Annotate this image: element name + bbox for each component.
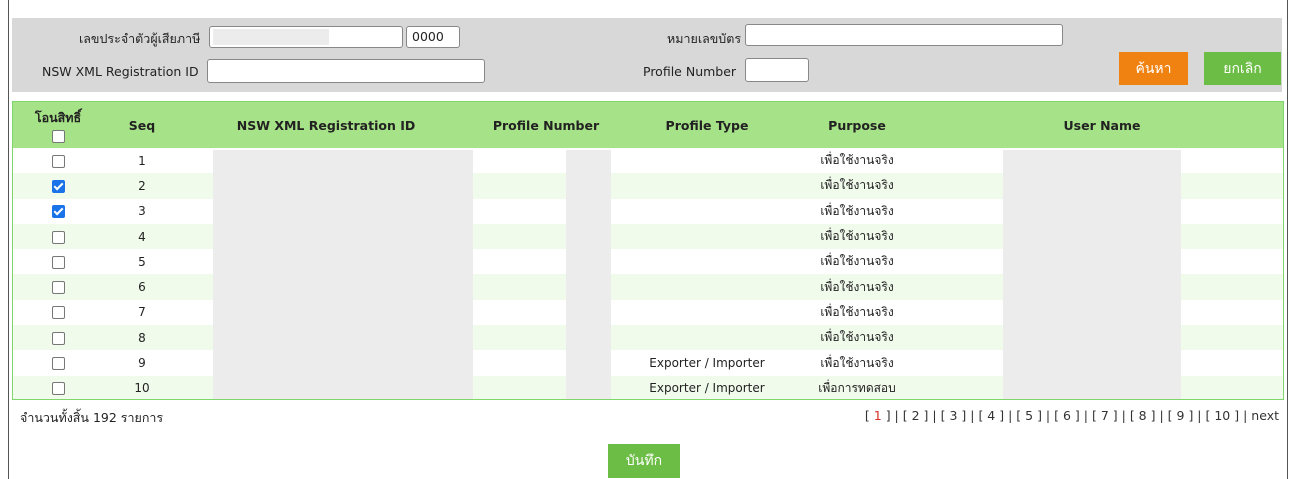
profile-type-cell: Exporter / Importer xyxy=(649,356,765,371)
purpose-cell: เพื่อใช้งานจริง xyxy=(820,330,894,345)
purpose-cell: เพื่อใช้งานจริง xyxy=(820,178,894,193)
seq-cell: 1 xyxy=(138,153,146,168)
seq-cell: 5 xyxy=(138,254,146,269)
row-checkbox[interactable] xyxy=(51,331,65,345)
header-nsw-id: NSW XML Registration ID xyxy=(236,117,416,133)
select-cell xyxy=(13,224,103,249)
profile-type-cell xyxy=(621,199,793,224)
page-link-3[interactable]: 3 xyxy=(949,408,957,423)
pagination: [ 1 ] | [ 2 ] | [ 3 ] | [ 4 ] | [ 5 ] | … xyxy=(864,408,1279,423)
purpose-cell: เพื่อใช้งานจริง xyxy=(820,355,894,370)
card-number-input[interactable] xyxy=(745,24,1063,46)
results-table: โอนสิทธิ์ Seq NSW XML Registration ID Pr… xyxy=(12,101,1284,400)
search-panel: เลขประจำตัวผู้เสียภาษี 0000 หมายเลขบัตร … xyxy=(12,18,1282,92)
row-checkbox[interactable] xyxy=(51,154,65,168)
page-link-1[interactable]: 1 xyxy=(874,408,882,423)
row-checkbox[interactable] xyxy=(51,205,65,219)
select-cell xyxy=(13,350,103,375)
purpose-cell: เพื่อใช้งานจริง xyxy=(820,304,894,319)
header-purpose: Purpose xyxy=(828,117,886,133)
user-name-redaction xyxy=(1003,150,1181,399)
purpose-cell: เพื่อการทดสอบ xyxy=(818,380,896,395)
total-count: จำนวนทั้งสิ้น 192 รายการ xyxy=(20,410,164,425)
select-cell xyxy=(13,376,103,399)
row-checkbox[interactable] xyxy=(51,306,65,320)
profile-type-cell xyxy=(621,300,793,325)
header-user-name: User Name xyxy=(1063,117,1141,133)
page-link-8[interactable]: 8 xyxy=(1139,408,1147,423)
taxid-redaction xyxy=(213,29,329,45)
seq-cell: 8 xyxy=(138,330,146,345)
profile-number-redaction xyxy=(566,150,611,399)
header-select-label: โอนสิทธิ์ xyxy=(34,109,82,125)
profile-type-cell xyxy=(621,148,793,173)
branch-input[interactable]: 0000 xyxy=(406,26,460,48)
row-checkbox[interactable] xyxy=(51,357,65,371)
nsw-id-input[interactable] xyxy=(207,59,485,83)
profile-number-label: Profile Number xyxy=(643,64,737,79)
seq-cell: 10 xyxy=(134,381,150,396)
select-cell xyxy=(13,148,103,173)
purpose-cell: เพื่อใช้งานจริง xyxy=(820,203,894,218)
profile-number-input[interactable] xyxy=(745,58,809,82)
save-button[interactable]: บันทึก xyxy=(608,444,680,478)
profile-type-cell xyxy=(621,224,793,249)
select-cell xyxy=(13,173,103,198)
page-link-6[interactable]: 6 xyxy=(1063,408,1071,423)
select-cell xyxy=(13,199,103,224)
header-profile-type: Profile Type xyxy=(665,117,749,133)
card-number-label: หมายเลขบัตร xyxy=(667,31,742,46)
profile-type-cell: Exporter / Importer xyxy=(649,381,765,396)
nsw-id-label: NSW XML Registration ID xyxy=(42,64,199,79)
nsw-id-redaction xyxy=(213,150,473,399)
seq-cell: 3 xyxy=(138,204,146,219)
page-link-2[interactable]: 2 xyxy=(912,408,920,423)
select-cell xyxy=(13,300,103,325)
header-select: โอนสิทธิ์ xyxy=(13,102,103,148)
page-link-5[interactable]: 5 xyxy=(1025,408,1033,423)
row-checkbox[interactable] xyxy=(51,382,65,396)
cancel-button[interactable]: ยกเลิก xyxy=(1204,52,1281,85)
purpose-cell: เพื่อใช้งานจริง xyxy=(820,153,894,168)
seq-cell: 9 xyxy=(138,356,146,371)
seq-cell: 2 xyxy=(138,178,146,193)
page-link-10[interactable]: 10 xyxy=(1214,408,1230,423)
profile-type-cell xyxy=(621,249,793,274)
profile-type-cell xyxy=(621,274,793,299)
purpose-cell: เพื่อใช้งานจริง xyxy=(820,279,894,294)
select-cell xyxy=(13,249,103,274)
purpose-cell: เพื่อใช้งานจริง xyxy=(820,254,894,269)
select-all-checkbox[interactable] xyxy=(51,129,65,143)
seq-cell: 7 xyxy=(138,305,146,320)
seq-cell: 4 xyxy=(138,229,146,244)
page-link-7[interactable]: 7 xyxy=(1101,408,1109,423)
taxid-label: เลขประจำตัวผู้เสียภาษี xyxy=(79,31,201,46)
row-checkbox[interactable] xyxy=(51,255,65,269)
select-cell xyxy=(13,325,103,350)
select-cell xyxy=(13,274,103,299)
header-profile-number: Profile Number xyxy=(492,117,600,133)
profile-type-cell xyxy=(621,325,793,350)
seq-cell: 6 xyxy=(138,280,146,295)
profile-type-cell xyxy=(621,173,793,198)
header-seq: Seq xyxy=(128,117,156,133)
table-header-row: โอนสิทธิ์ Seq NSW XML Registration ID Pr… xyxy=(13,102,1283,148)
page-link-4[interactable]: 4 xyxy=(987,408,995,423)
purpose-cell: เพื่อใช้งานจริง xyxy=(820,229,894,244)
search-button[interactable]: ค้นหา xyxy=(1119,52,1188,85)
row-checkbox[interactable] xyxy=(51,230,65,244)
page-link-9[interactable]: 9 xyxy=(1177,408,1185,423)
row-checkbox[interactable] xyxy=(51,179,65,193)
next-page-link[interactable]: next xyxy=(1251,408,1279,423)
row-checkbox[interactable] xyxy=(51,281,65,295)
